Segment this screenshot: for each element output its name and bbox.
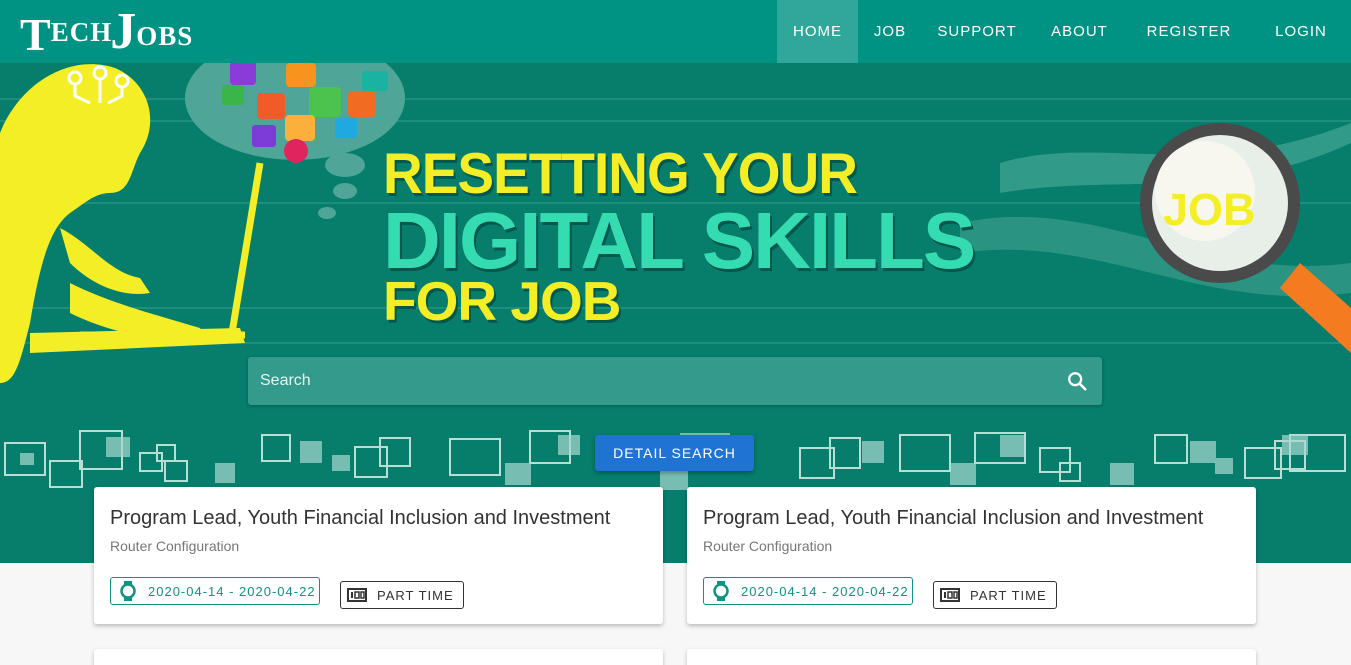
magnifier-graphic: JOB bbox=[960, 123, 1351, 353]
nav-about[interactable]: ABOUT bbox=[1032, 0, 1127, 63]
job-card-partial[interactable] bbox=[94, 649, 663, 665]
watch-icon bbox=[713, 581, 729, 601]
logo-text-ech: ECH bbox=[50, 17, 113, 47]
date-range: 2020-04-14 - 2020-04-22 bbox=[148, 583, 316, 599]
job-subtitle: Router Configuration bbox=[110, 538, 240, 554]
watch-icon bbox=[120, 581, 136, 601]
nav-register[interactable]: REGISTER bbox=[1127, 0, 1251, 63]
job-type-badge: PART TIME bbox=[933, 581, 1057, 609]
date-range: 2020-04-14 - 2020-04-22 bbox=[741, 583, 909, 599]
date-badge: 2020-04-14 - 2020-04-22 bbox=[110, 577, 320, 605]
nav-home[interactable]: HOME bbox=[777, 0, 858, 63]
nav-login[interactable]: LOGIN bbox=[1251, 0, 1351, 63]
techjobs-logo[interactable]: T ECH J OBS bbox=[20, 6, 193, 58]
nav-job[interactable]: JOB bbox=[858, 0, 922, 63]
date-badge: 2020-04-14 - 2020-04-22 bbox=[703, 577, 913, 605]
timetable-icon bbox=[347, 588, 367, 602]
timetable-icon bbox=[940, 588, 960, 602]
job-title[interactable]: Program Lead, Youth Financial Inclusion … bbox=[110, 507, 610, 530]
job-card[interactable]: Program Lead, Youth Financial Inclusion … bbox=[94, 487, 663, 624]
top-navbar: T ECH J OBS HOME JOB SUPPORT ABOUT REGIS… bbox=[0, 0, 1351, 63]
job-title[interactable]: Program Lead, Youth Financial Inclusion … bbox=[703, 507, 1203, 530]
search-icon[interactable] bbox=[1066, 370, 1088, 392]
magnifier-job-text: JOB bbox=[1163, 184, 1256, 235]
nav-menu: HOME JOB SUPPORT ABOUT REGISTER LOGIN bbox=[777, 0, 1351, 63]
search-input[interactable] bbox=[248, 357, 1048, 405]
hero-title-line-3: FOR JOB bbox=[383, 270, 621, 332]
job-card-partial[interactable] bbox=[687, 649, 1256, 665]
job-type: PART TIME bbox=[377, 587, 454, 603]
logo-letter-t: T bbox=[20, 9, 51, 60]
job-type-badge: PART TIME bbox=[340, 581, 464, 609]
job-subtitle: Router Configuration bbox=[703, 538, 833, 554]
job-card[interactable]: Program Lead, Youth Financial Inclusion … bbox=[687, 487, 1256, 624]
search-bar bbox=[248, 357, 1102, 405]
logo-text-obs: OBS bbox=[136, 21, 194, 51]
nav-support[interactable]: SUPPORT bbox=[922, 0, 1032, 63]
job-type: PART TIME bbox=[970, 587, 1047, 603]
logo-letter-j: J bbox=[110, 3, 137, 60]
detail-search-button[interactable]: DETAIL SEARCH bbox=[595, 435, 754, 471]
